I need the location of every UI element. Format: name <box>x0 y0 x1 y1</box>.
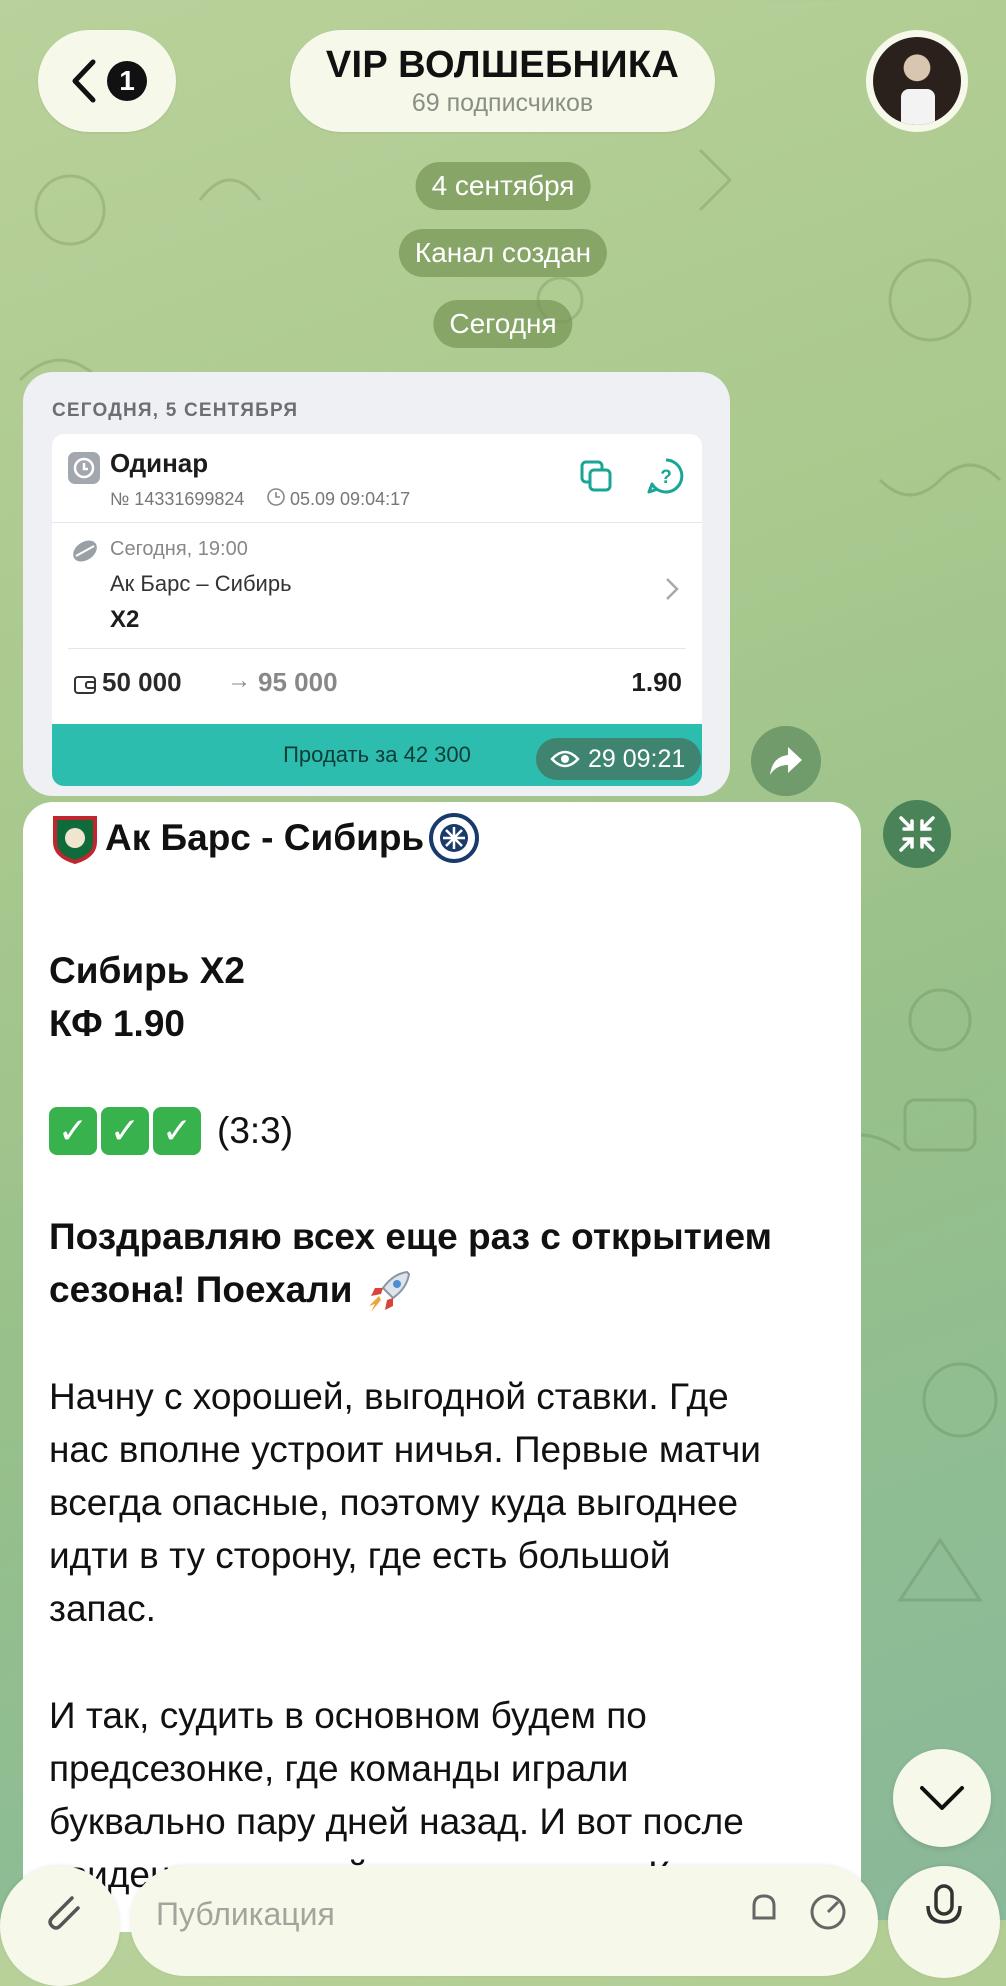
event-pick: X2 <box>110 606 140 633</box>
result-score: (3:3) <box>217 1110 294 1151</box>
post-title-row: Ак Барс - Сибирь <box>49 812 480 864</box>
congrats-text: сезона! Поехали <box>49 1269 353 1310</box>
congrats-line: Поздравляю всех еще раз с открытием <box>49 1216 772 1257</box>
check-mark-icon: ✓ <box>49 1106 97 1155</box>
bet-screenshot-message[interactable]: СЕГОДНЯ, 5 СЕНТЯБРЯ Одинар № 14331699824… <box>23 372 730 796</box>
date-chip: 4 сентября <box>415 162 591 210</box>
scroll-to-bottom-button[interactable] <box>893 1749 991 1847</box>
bet-datetime: 05.09 09:04:17 <box>290 489 411 509</box>
paragraph-2-line-2: предсезонке, где команды играли <box>49 1748 629 1789</box>
paragraph-1-line-4: идти в ту сторону, где есть большой <box>49 1535 671 1576</box>
congrats-line-2: сезона! Поехали <box>49 1263 415 1318</box>
unread-count-badge: 1 <box>107 61 147 101</box>
paragraph-2-line-1: И так, судить в основном будем по <box>49 1695 647 1736</box>
chevron-left-icon <box>72 59 96 103</box>
result-row: ✓ ✓ ✓ (3:3) <box>49 1104 293 1157</box>
event-time: Сегодня, 19:00 <box>110 538 248 560</box>
message-input[interactable]: Публикация <box>130 1866 878 1976</box>
bet-number: № 14331699824 <box>110 489 245 509</box>
channel-created-chip: Канал создан <box>398 229 608 277</box>
message-views-time: 29 09:21 <box>536 738 702 780</box>
timer-icon[interactable] <box>806 1888 850 1932</box>
copy-icon <box>580 460 612 492</box>
chevron-right-icon <box>666 578 679 600</box>
channel-title: VIP ВОЛШЕБНИКА <box>325 44 680 86</box>
svg-text:?: ? <box>660 467 672 488</box>
views-time-text: 29 09:21 <box>588 744 686 773</box>
bell-icon[interactable] <box>742 1888 786 1932</box>
collapse-arrows-icon <box>899 816 935 852</box>
event-name: Ак Барс – Сибирь <box>110 571 292 596</box>
help-icon: ? <box>647 458 684 494</box>
paragraph-1-line-2: нас вполне устроит ничья. Первые матчи <box>49 1429 761 1470</box>
channel-avatar[interactable] <box>866 30 968 132</box>
date-chip-today: Сегодня <box>433 300 573 348</box>
post-odds-line: КФ 1.90 <box>49 1003 185 1044</box>
hockey-puck-icon <box>73 540 97 562</box>
chevron-down-icon <box>920 1786 964 1810</box>
post-pick-line: Сибирь Х2 <box>49 950 245 991</box>
check-mark-icon: ✓ <box>101 1106 149 1155</box>
channel-header[interactable]: VIP ВОЛШЕБНИКА 69 подписчиков <box>290 30 715 132</box>
divider <box>52 522 702 523</box>
paragraph-1-line-5: запас. <box>49 1588 156 1629</box>
back-button[interactable]: 1 <box>38 30 176 132</box>
bet-odds: 1.90 <box>631 667 682 697</box>
wallet-icon <box>74 676 96 694</box>
arrow-right-icon: → <box>227 667 251 694</box>
check-mark-icon: ✓ <box>153 1106 201 1155</box>
divider <box>68 648 686 649</box>
paragraph-2-line-3: буквально пару дней назад. И вот после <box>49 1801 744 1842</box>
sibir-logo-icon <box>429 813 480 863</box>
paragraph-1-line-3: всегда опасные, поэтому куда выгоднее <box>49 1482 739 1523</box>
clock-icon <box>267 488 285 506</box>
paperclip-icon <box>48 1896 80 1930</box>
paragraph-1-line-1: Начну с хорошей, выгодной ставки. Где <box>49 1376 729 1417</box>
share-arrow-icon <box>770 747 802 775</box>
rocket-icon <box>368 1271 410 1313</box>
avatar-image <box>873 37 961 125</box>
attach-button[interactable] <box>0 1866 120 1986</box>
bet-date-header: СЕГОДНЯ, 5 СЕНТЯБРЯ <box>52 400 299 421</box>
message-input-placeholder: Публикация <box>156 1896 335 1932</box>
post-title: Ак Барс - Сибирь <box>105 817 425 858</box>
voice-message-button[interactable] <box>888 1866 1000 1978</box>
text-post-message[interactable]: Ак Барс - Сибирь Сибирь Х2 КФ 1.90 ✓ ✓ ✓… <box>23 802 861 1932</box>
forward-button[interactable] <box>751 726 821 796</box>
subscriber-count: 69 подписчиков <box>411 89 594 117</box>
payout-amount: 95 000 <box>258 667 338 697</box>
ak-bars-logo-icon <box>53 816 97 864</box>
bet-card: Одинар № 14331699824 05.09 09:04:17 ? Се… <box>52 434 702 786</box>
microphone-icon <box>926 1884 962 1924</box>
clock-square-icon <box>68 452 100 484</box>
eye-icon <box>550 750 580 768</box>
stake-amount: 50 000 <box>102 667 182 697</box>
bet-type: Одинар <box>110 448 209 478</box>
collapse-button[interactable] <box>883 800 951 868</box>
